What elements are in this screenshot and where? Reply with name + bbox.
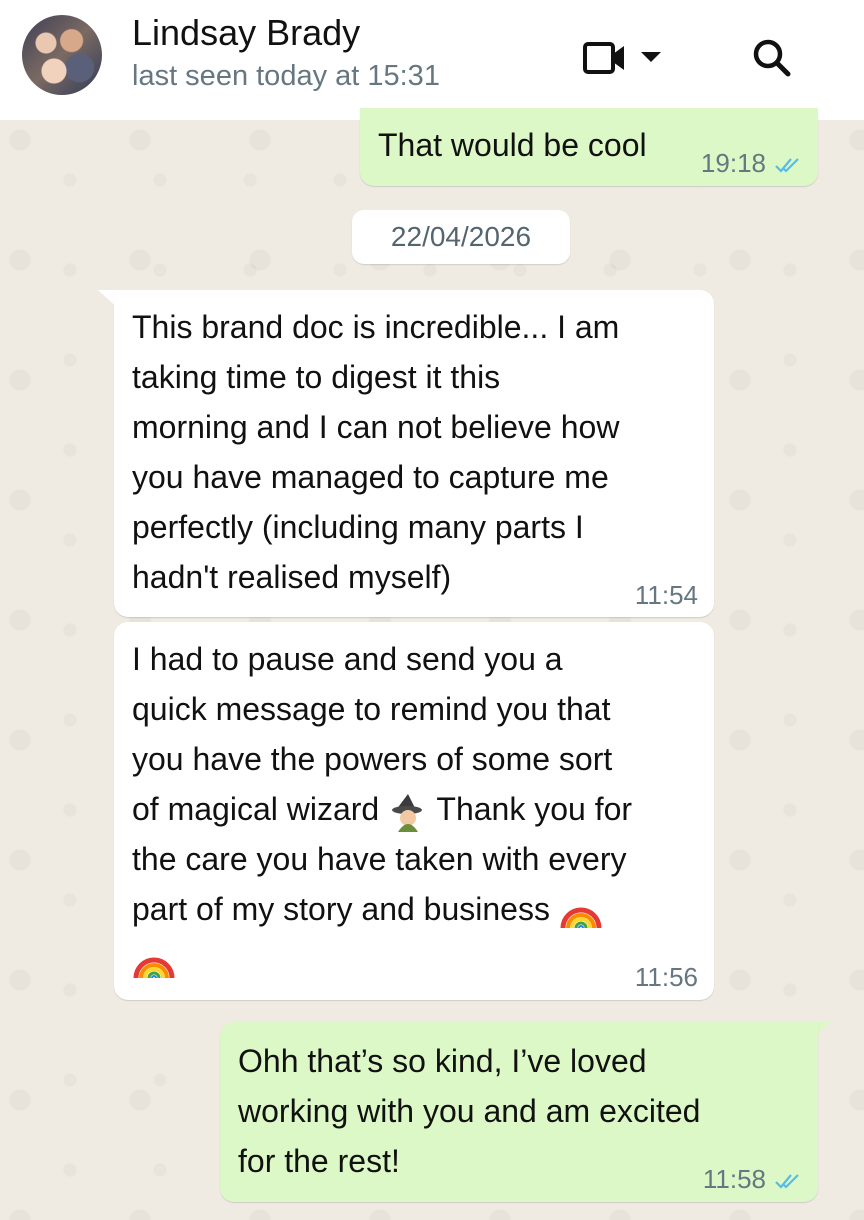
message-line: of magical wizard Thank you for [132,784,702,834]
message-time: 11:56 [634,962,698,992]
message-text: I had to pause and send you a quick mess… [132,634,702,984]
message-time: 11:54 [634,580,698,610]
message-time-text: 19:18 [700,148,766,178]
outgoing-message[interactable]: That would be cool 19:18 [360,108,818,186]
message-line: the care you have taken with every [132,841,627,877]
video-call-icon [583,42,661,74]
search-button[interactable] [748,34,796,82]
last-seen-status: last seen today at 15:31 [132,60,440,92]
rainbow-emoji [560,907,602,928]
message-time: 11:58 [703,1164,802,1194]
message-line: I had to pause and send you a [132,641,563,677]
message-line-part: part of my story and business [132,891,550,927]
message-line: you have the powers of some sort [132,741,613,777]
message-line: part of my story and business [132,884,702,934]
rainbow-emoji [133,957,175,978]
double-check-icon [775,1174,799,1189]
chevron-down-icon [641,52,661,62]
message-text: That would be cool [378,127,647,163]
avatar[interactable] [22,15,102,95]
outgoing-message[interactable]: Ohh that’s so kind, I’ve loved working w… [220,1022,818,1202]
video-call-button[interactable] [580,38,670,78]
search-icon [753,39,791,77]
message-line: quick message to remind you that [132,691,611,727]
message-line [132,934,702,984]
double-check-icon [775,158,799,173]
message-text: Ohh that’s so kind, I’ve loved working w… [238,1043,701,1179]
date-separator: 22/04/2026 [352,210,570,264]
message-text: This brand doc is incredible... I am tak… [132,309,620,595]
chat-header: Lindsay Brady last seen today at 15:31 [0,0,864,120]
message-line-part: of magical wizard [132,791,380,827]
incoming-message[interactable]: I had to pause and send you a quick mess… [114,622,714,1000]
wizard-emoji [392,793,423,832]
message-time: 19:18 [701,148,802,178]
message-time-text: 11:58 [702,1164,766,1194]
incoming-message[interactable]: This brand doc is incredible... I am tak… [114,290,714,617]
message-line-part: Thank you for [436,791,633,827]
contact-name[interactable]: Lindsay Brady [132,12,360,54]
